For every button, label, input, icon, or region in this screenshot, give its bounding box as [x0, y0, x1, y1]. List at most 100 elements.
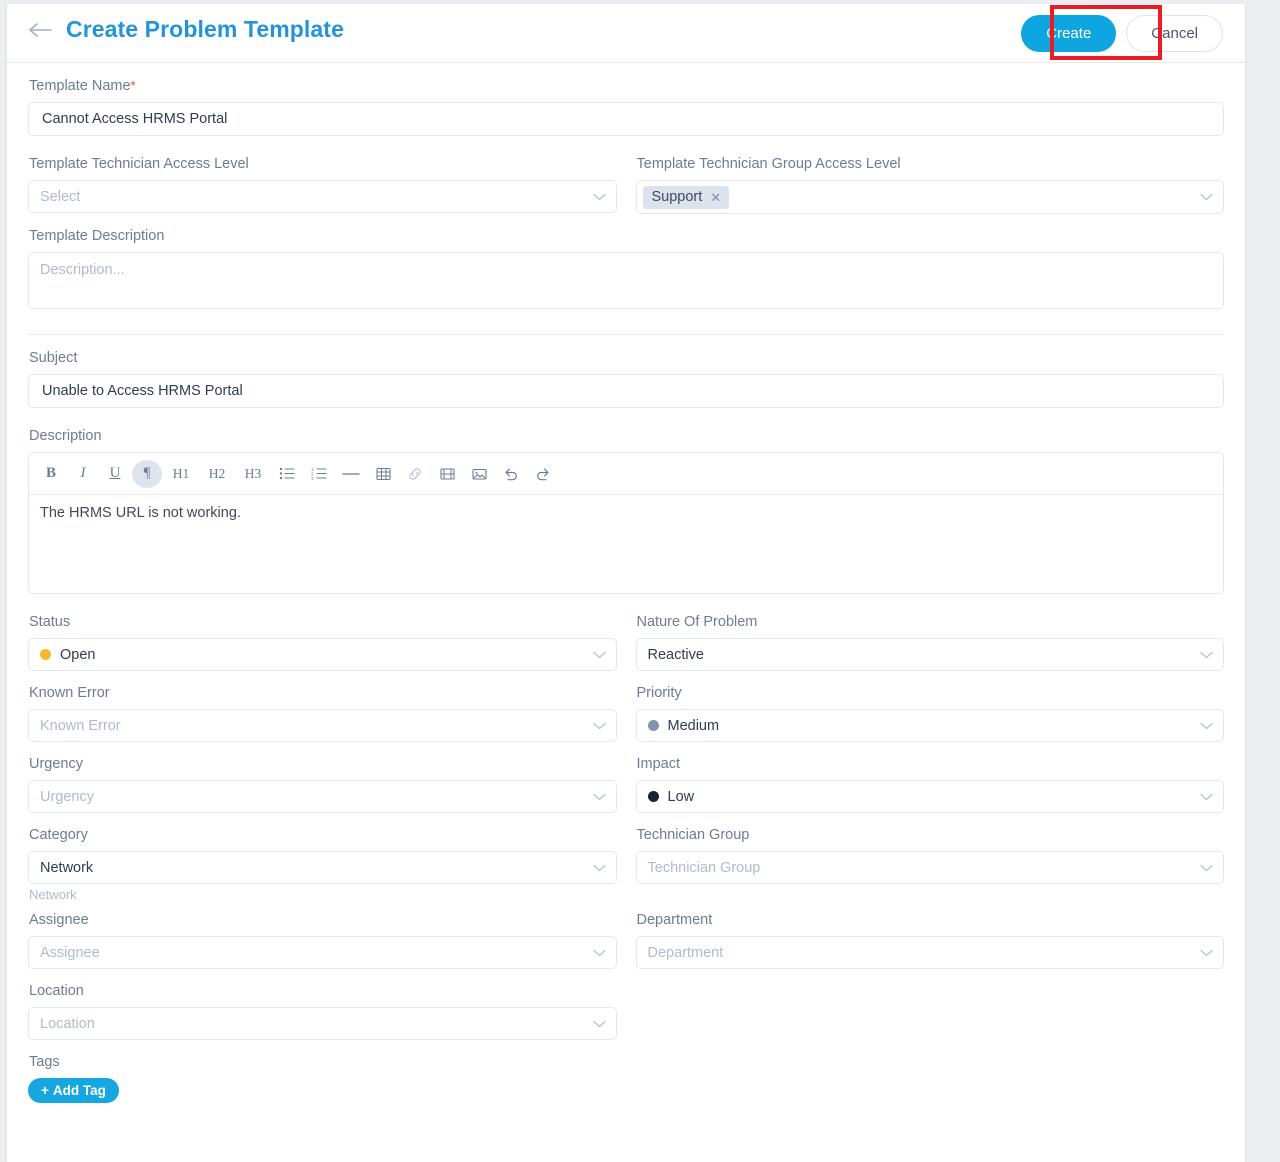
nature-of-problem-label: Nature Of Problem: [636, 614, 758, 630]
underline-icon[interactable]: U: [100, 460, 130, 488]
nature-of-problem-select[interactable]: Reactive: [635, 638, 1224, 671]
priority-select[interactable]: Medium: [635, 709, 1224, 742]
tags-label: Tags: [29, 1054, 60, 1070]
location-select[interactable]: Location: [28, 1007, 617, 1040]
form-body: Template Name* Template Technician Acces…: [7, 63, 1245, 1103]
chevron-down-icon: [592, 718, 606, 734]
impact-value: Low: [667, 788, 695, 805]
known-error-placeholder: Known Error: [40, 717, 121, 734]
field-location: Location Location: [28, 982, 617, 1040]
template-description-textarea[interactable]: [28, 252, 1224, 309]
editor-toolbar: B I U ¶ H1 H2 H3 123: [29, 453, 1223, 495]
create-problem-template-card: Create Problem Template Create Cancel Te…: [7, 4, 1245, 1162]
video-icon[interactable]: [432, 460, 462, 488]
field-assignee: Assignee Assignee: [28, 911, 617, 969]
field-template-name: Template Name*: [28, 77, 1224, 136]
field-template-technician-access-level: Template Technician Access Level Select: [28, 155, 617, 214]
table-icon[interactable]: [368, 460, 398, 488]
chevron-down-icon: [1200, 189, 1213, 205]
status-select[interactable]: Open: [28, 638, 617, 671]
page-title: Create Problem Template: [66, 16, 344, 42]
heading-1-icon[interactable]: H1: [164, 460, 198, 488]
field-template-technician-group-access-level: Template Technician Group Access Level S…: [635, 155, 1224, 214]
description-label: Description: [29, 428, 102, 444]
access-level-row: Template Technician Access Level Select …: [28, 155, 1224, 214]
department-select[interactable]: Department: [635, 936, 1224, 969]
chevron-down-icon: [592, 789, 606, 805]
template-technician-access-level-placeholder: Select: [40, 188, 81, 205]
field-description: Description B I U ¶ H1 H2 H3 1 2 3 The H…: [28, 427, 1224, 594]
field-known-error: Known Error Known Error: [28, 684, 617, 742]
link-icon[interactable]: [400, 460, 430, 488]
assignee-label: Assignee: [29, 912, 89, 928]
section-divider: [28, 334, 1224, 335]
urgency-impact-row: Urgency Urgency Impact Low: [28, 755, 1224, 813]
subject-input-wrap[interactable]: [28, 374, 1224, 408]
template-name-input[interactable]: [40, 110, 1212, 128]
template-technician-group-access-level-select[interactable]: Support ✕: [635, 180, 1224, 214]
chevron-down-icon: [592, 189, 606, 205]
category-select[interactable]: Network: [28, 851, 617, 884]
location-row: Location Location: [28, 982, 1224, 1040]
template-technician-access-level-select[interactable]: Select: [28, 180, 617, 213]
page-header: Create Problem Template Create Cancel: [7, 4, 1245, 63]
arrow-left-icon[interactable]: [28, 19, 54, 41]
rich-text-editor: B I U ¶ H1 H2 H3 123 The HRMS URL is not…: [28, 452, 1224, 594]
field-department: Department Department: [635, 911, 1224, 969]
technician-group-select[interactable]: Technician Group: [635, 851, 1224, 884]
create-button[interactable]: Create: [1021, 15, 1117, 52]
undo-icon[interactable]: [496, 460, 526, 488]
category-technician-group-row: Category Network Network Technician Grou…: [28, 826, 1224, 903]
header-left-group: Create Problem Template: [28, 16, 344, 43]
location-row-spacer: [636, 982, 1225, 1040]
status-value: Open: [60, 646, 96, 663]
assignee-placeholder: Assignee: [40, 944, 100, 961]
template-name-label: Template Name*: [29, 78, 136, 94]
template-technician-access-level-label: Template Technician Access Level: [29, 156, 249, 172]
impact-select[interactable]: Low: [635, 780, 1224, 813]
known-error-select[interactable]: Known Error: [28, 709, 617, 742]
assignee-select[interactable]: Assignee: [28, 936, 617, 969]
impact-label: Impact: [636, 756, 681, 772]
field-nature-of-problem: Nature Of Problem Reactive: [635, 613, 1224, 671]
template-technician-group-access-level-label: Template Technician Group Access Level: [636, 156, 901, 172]
horizontal-rule-icon[interactable]: [336, 460, 366, 488]
heading-3-icon[interactable]: H3: [236, 460, 270, 488]
add-tag-button[interactable]: + Add Tag: [28, 1078, 119, 1103]
paragraph-icon[interactable]: ¶: [132, 459, 162, 488]
required-marker: *: [130, 78, 136, 93]
image-icon[interactable]: [464, 460, 494, 488]
field-template-description: Template Description: [28, 227, 1224, 314]
bulleted-list-icon[interactable]: [272, 460, 302, 488]
department-label: Department: [636, 912, 713, 928]
close-icon[interactable]: ✕: [710, 191, 721, 204]
description-editor-canvas[interactable]: The HRMS URL is not working.: [29, 495, 1223, 593]
add-tag-label: Add Tag: [52, 1083, 106, 1098]
chevron-down-icon: [1200, 789, 1213, 805]
urgency-select[interactable]: Urgency: [28, 780, 617, 813]
chevron-down-icon: [592, 860, 606, 876]
urgency-label: Urgency: [29, 756, 83, 772]
priority-dot-icon: [647, 720, 659, 731]
location-label: Location: [29, 983, 84, 999]
bold-icon[interactable]: B: [36, 460, 66, 488]
subject-label: Subject: [29, 350, 78, 366]
field-technician-group: Technician Group Technician Group: [635, 826, 1224, 903]
field-urgency: Urgency Urgency: [28, 755, 617, 813]
redo-icon[interactable]: [528, 460, 558, 488]
field-subject: Subject: [28, 349, 1224, 408]
numbered-list-icon[interactable]: 123: [304, 460, 334, 488]
technician-group-placeholder: Technician Group: [647, 859, 761, 876]
field-priority: Priority Medium: [635, 684, 1224, 742]
chevron-down-icon: [592, 945, 606, 961]
chip-support[interactable]: Support ✕: [642, 185, 730, 209]
chip-label: Support: [651, 188, 703, 205]
plus-icon: +: [41, 1083, 49, 1098]
cancel-button[interactable]: Cancel: [1126, 15, 1223, 52]
heading-2-icon[interactable]: H2: [200, 460, 234, 488]
template-name-input-wrap[interactable]: [28, 102, 1224, 136]
field-status: Status Open: [28, 613, 617, 671]
category-label: Category: [29, 827, 88, 843]
subject-input[interactable]: [40, 382, 1212, 400]
italic-icon[interactable]: I: [68, 460, 98, 488]
